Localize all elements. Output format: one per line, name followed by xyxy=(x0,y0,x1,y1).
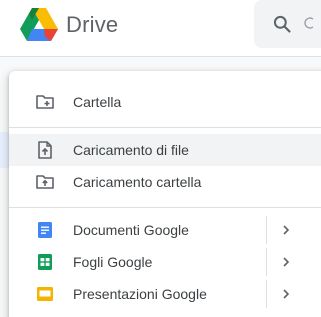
submenu-separator xyxy=(266,216,267,244)
menu-item-label: Caricamento cartella xyxy=(73,174,202,190)
menu-item-label: Cartella xyxy=(73,94,122,110)
google-slides-icon xyxy=(37,287,53,301)
menu-divider xyxy=(9,207,321,208)
chevron-right-icon[interactable] xyxy=(279,223,293,237)
menu-item-label: Fogli Google xyxy=(73,254,153,270)
top-bar: Drive xyxy=(0,0,321,57)
google-docs-icon xyxy=(38,222,52,238)
search-icon[interactable] xyxy=(272,14,292,34)
new-folder-icon xyxy=(36,95,54,109)
menu-item-label: Documenti Google xyxy=(73,222,189,238)
google-drive-logo[interactable] xyxy=(19,7,59,41)
brand-name: Drive xyxy=(66,12,119,37)
google-sheets-icon xyxy=(38,254,52,270)
menu-item-file-upload[interactable]: Caricamento di file xyxy=(9,134,321,166)
submenu-separator xyxy=(266,280,267,308)
menu-item-label: Presentazioni Google xyxy=(73,286,207,302)
menu-item-google-slides[interactable]: Presentazioni Google xyxy=(9,278,321,310)
search-box[interactable] xyxy=(254,0,321,48)
chevron-right-icon[interactable] xyxy=(279,287,293,301)
menu-item-google-sheets[interactable]: Fogli Google xyxy=(9,246,321,278)
file-upload-icon xyxy=(38,141,52,159)
chevron-right-icon[interactable] xyxy=(279,255,293,269)
new-item-menu: Cartella Caricamento di file Caricamento… xyxy=(9,71,321,317)
drive-page: Drive Cartella Caricamento di file Caric… xyxy=(0,0,321,317)
folder-upload-icon xyxy=(36,175,54,189)
menu-item-google-docs[interactable]: Documenti Google xyxy=(9,214,321,246)
menu-item-label: Caricamento di file xyxy=(73,142,189,158)
menu-item-new-folder[interactable]: Cartella xyxy=(9,86,321,118)
menu-divider xyxy=(9,127,321,128)
menu-item-folder-upload[interactable]: Caricamento cartella xyxy=(9,166,321,198)
submenu-separator xyxy=(266,248,267,276)
search-placeholder-fragment xyxy=(304,17,314,29)
